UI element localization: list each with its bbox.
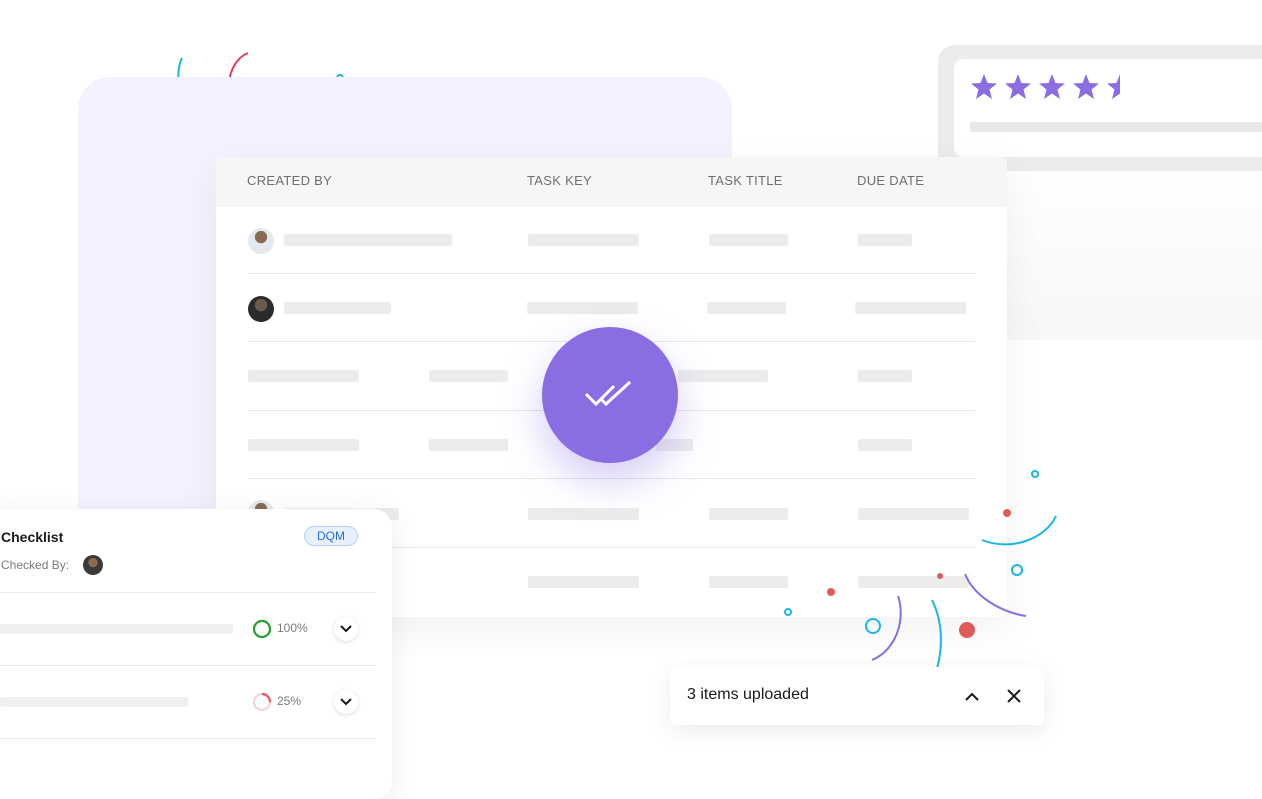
cell-placeholder — [858, 439, 912, 451]
row-divider — [0, 592, 376, 593]
star-icon — [1106, 73, 1134, 101]
avatar — [248, 296, 274, 322]
checked-by-label: Checked By: — [1, 558, 70, 572]
cell-placeholder — [527, 302, 638, 314]
cell-placeholder — [709, 234, 788, 246]
chevron-up-icon — [965, 692, 979, 701]
header-task-key: TASK KEY — [527, 173, 593, 188]
star-icon — [1072, 73, 1100, 101]
rating-text-placeholder — [970, 122, 1262, 132]
background-fade — [1000, 160, 1262, 340]
cell-placeholder — [248, 439, 359, 451]
progress-ring-icon — [252, 619, 272, 639]
cell-placeholder — [284, 302, 391, 314]
cell-placeholder — [429, 439, 508, 451]
avatar — [83, 555, 103, 575]
cell-placeholder — [284, 234, 452, 246]
cell-placeholder — [528, 508, 639, 520]
star-icon — [970, 73, 998, 101]
checklist-card: Checklist DQM Checked By: 100% 25% — [0, 509, 392, 799]
expand-button[interactable] — [334, 617, 358, 641]
row-divider — [0, 665, 376, 666]
close-icon — [1007, 689, 1021, 703]
confetti-bottom-right — [784, 470, 1057, 673]
rating-card-inner — [954, 59, 1262, 157]
progress-ring-icon — [252, 692, 272, 712]
cell-placeholder — [528, 234, 639, 246]
item-placeholder — [0, 697, 188, 707]
header-task-title: TASK TITLE — [708, 173, 783, 188]
progress-percent: 100% — [277, 621, 308, 635]
header-created-by: CREATED BY — [247, 173, 333, 188]
expand-button[interactable] — [334, 690, 358, 714]
double-check-icon — [584, 380, 632, 407]
row-divider — [0, 738, 376, 739]
header-due-date: DUE DATE — [857, 173, 925, 188]
cell-placeholder — [858, 234, 912, 246]
upload-toast: 3 items uploaded — [670, 667, 1044, 725]
item-placeholder — [0, 624, 233, 634]
cell-placeholder — [858, 370, 912, 382]
avatar — [248, 228, 274, 254]
rating-card — [938, 45, 1262, 171]
table-header: CREATED BY TASK KEY TASK TITLE DUE DATE — [216, 157, 1007, 207]
collapse-button[interactable] — [962, 686, 982, 706]
star-icon — [1004, 73, 1032, 101]
cell-placeholder — [429, 370, 508, 382]
row-divider — [248, 273, 975, 274]
cell-placeholder — [248, 370, 359, 382]
star-icon — [1038, 73, 1066, 101]
checklist-title: Checklist — [1, 529, 64, 545]
complete-button[interactable] — [542, 327, 678, 463]
cell-placeholder — [656, 439, 693, 451]
cell-placeholder — [528, 576, 639, 588]
chevron-down-icon — [340, 698, 352, 706]
progress-percent: 25% — [277, 694, 302, 708]
cell-placeholder — [855, 302, 966, 314]
cell-placeholder — [678, 370, 768, 382]
star-rating — [970, 73, 1134, 101]
chevron-down-icon — [340, 625, 352, 633]
status-badge: DQM — [304, 526, 358, 546]
upload-status-text: 3 items uploaded — [687, 686, 809, 703]
close-button[interactable] — [1004, 686, 1024, 706]
cell-placeholder — [707, 302, 786, 314]
